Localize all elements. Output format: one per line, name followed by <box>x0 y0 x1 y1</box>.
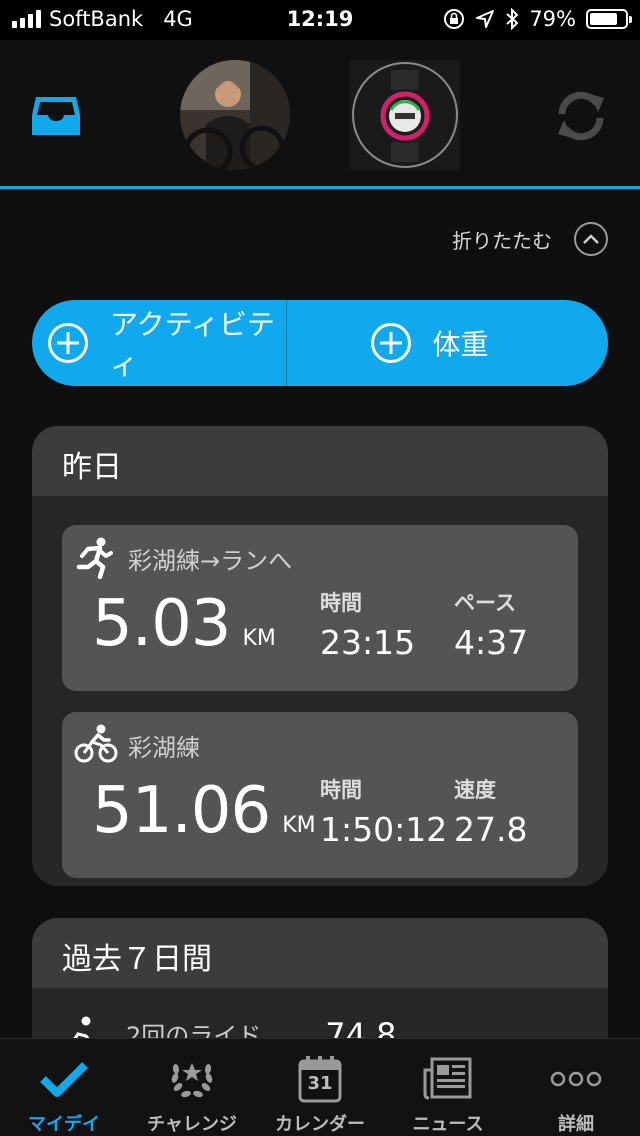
running-icon <box>76 537 113 579</box>
stat-label: 時間 <box>320 778 362 802</box>
activity-distance: 51.06 <box>92 774 271 848</box>
plus-circle-icon <box>48 323 88 363</box>
tab-label: ニュース <box>412 1114 484 1135</box>
news-icon <box>423 1057 472 1099</box>
activity-name: 彩湖練 <box>128 734 200 762</box>
distance-unit: KM <box>242 626 276 651</box>
stat-value: 4:37 <box>454 623 529 662</box>
activity-card-running[interactable]: 彩湖練→ランへ 5.03 KM 時間 23:15 ペース 4:37 <box>62 525 578 691</box>
collapse-button[interactable] <box>574 222 608 256</box>
tab-label: チャレンジ <box>147 1114 237 1135</box>
tab-label: カレンダー <box>275 1114 365 1135</box>
tab-challenges[interactable]: チャレンジ <box>128 1039 256 1136</box>
stat-value: 23:15 <box>320 623 416 662</box>
stat-label: ペース <box>454 591 516 615</box>
laurel-icon <box>171 1062 213 1097</box>
add-activity-button[interactable]: アクティビティ <box>32 300 286 386</box>
activity-distance: 5.03 <box>92 587 231 661</box>
stat-label: 速度 <box>454 778 496 802</box>
collapse-label: 折りたたむ <box>452 228 552 253</box>
tab-my-day[interactable]: マイデイ <box>0 1039 128 1136</box>
yesterday-card: 昨日 彩湖練→ランへ 5.03 KM 時間 23:15 ペース 4:37 彩湖練… <box>32 426 608 886</box>
tab-label: マイデイ <box>28 1114 100 1135</box>
bluetooth-icon <box>506 8 519 30</box>
stat-label: 時間 <box>320 591 362 615</box>
tab-label: 詳細 <box>558 1114 594 1135</box>
tab-more[interactable]: 詳細 <box>512 1039 640 1136</box>
status-bar: SoftBank 4G 12:19 79% <box>0 0 640 40</box>
add-activity-label: アクティビティ <box>110 308 275 381</box>
add-weight-label: 体重 <box>432 328 489 361</box>
activity-name: 彩湖練→ランへ <box>128 547 293 575</box>
last-7-days-title: 過去７日間 <box>32 918 608 988</box>
cycling-icon <box>74 724 118 763</box>
stat-value: 1:50:12 <box>320 810 448 849</box>
add-button-bar: アクティビティ 体重 <box>32 300 608 386</box>
add-weight-button[interactable]: 体重 <box>287 300 609 386</box>
yesterday-title: 昨日 <box>32 426 608 496</box>
location-icon <box>476 10 495 28</box>
inbox-tray-icon[interactable] <box>30 93 82 137</box>
more-icon <box>550 1071 602 1086</box>
collapse-control[interactable]: 折りたたむ <box>452 222 608 256</box>
app-header <box>0 40 640 188</box>
battery-icon <box>586 9 632 29</box>
activity-card-cycling[interactable]: 彩湖練 51.06 KM 時間 1:50:12 速度 27.8 <box>62 712 578 878</box>
chevron-up-icon <box>583 234 599 244</box>
distance-unit: KM <box>282 813 316 838</box>
sync-icon[interactable] <box>552 88 610 144</box>
checkmark-icon <box>40 1061 88 1097</box>
battery-percent: 79% <box>529 7 576 31</box>
tab-calendar[interactable]: 31 カレンダー <box>256 1039 384 1136</box>
orientation-lock-icon <box>444 9 465 29</box>
tab-news[interactable]: ニュース <box>384 1039 512 1136</box>
stat-value: 27.8 <box>454 810 528 849</box>
header-accent-line <box>0 186 640 189</box>
tab-bar: マイデイ チャレンジ 31 カレンダー ニュース 詳細 <box>0 1038 640 1136</box>
plus-circle-icon <box>370 323 411 363</box>
calendar-day: 31 <box>307 1073 333 1094</box>
watch-device-icon <box>378 70 432 162</box>
user-avatar[interactable] <box>180 60 290 170</box>
